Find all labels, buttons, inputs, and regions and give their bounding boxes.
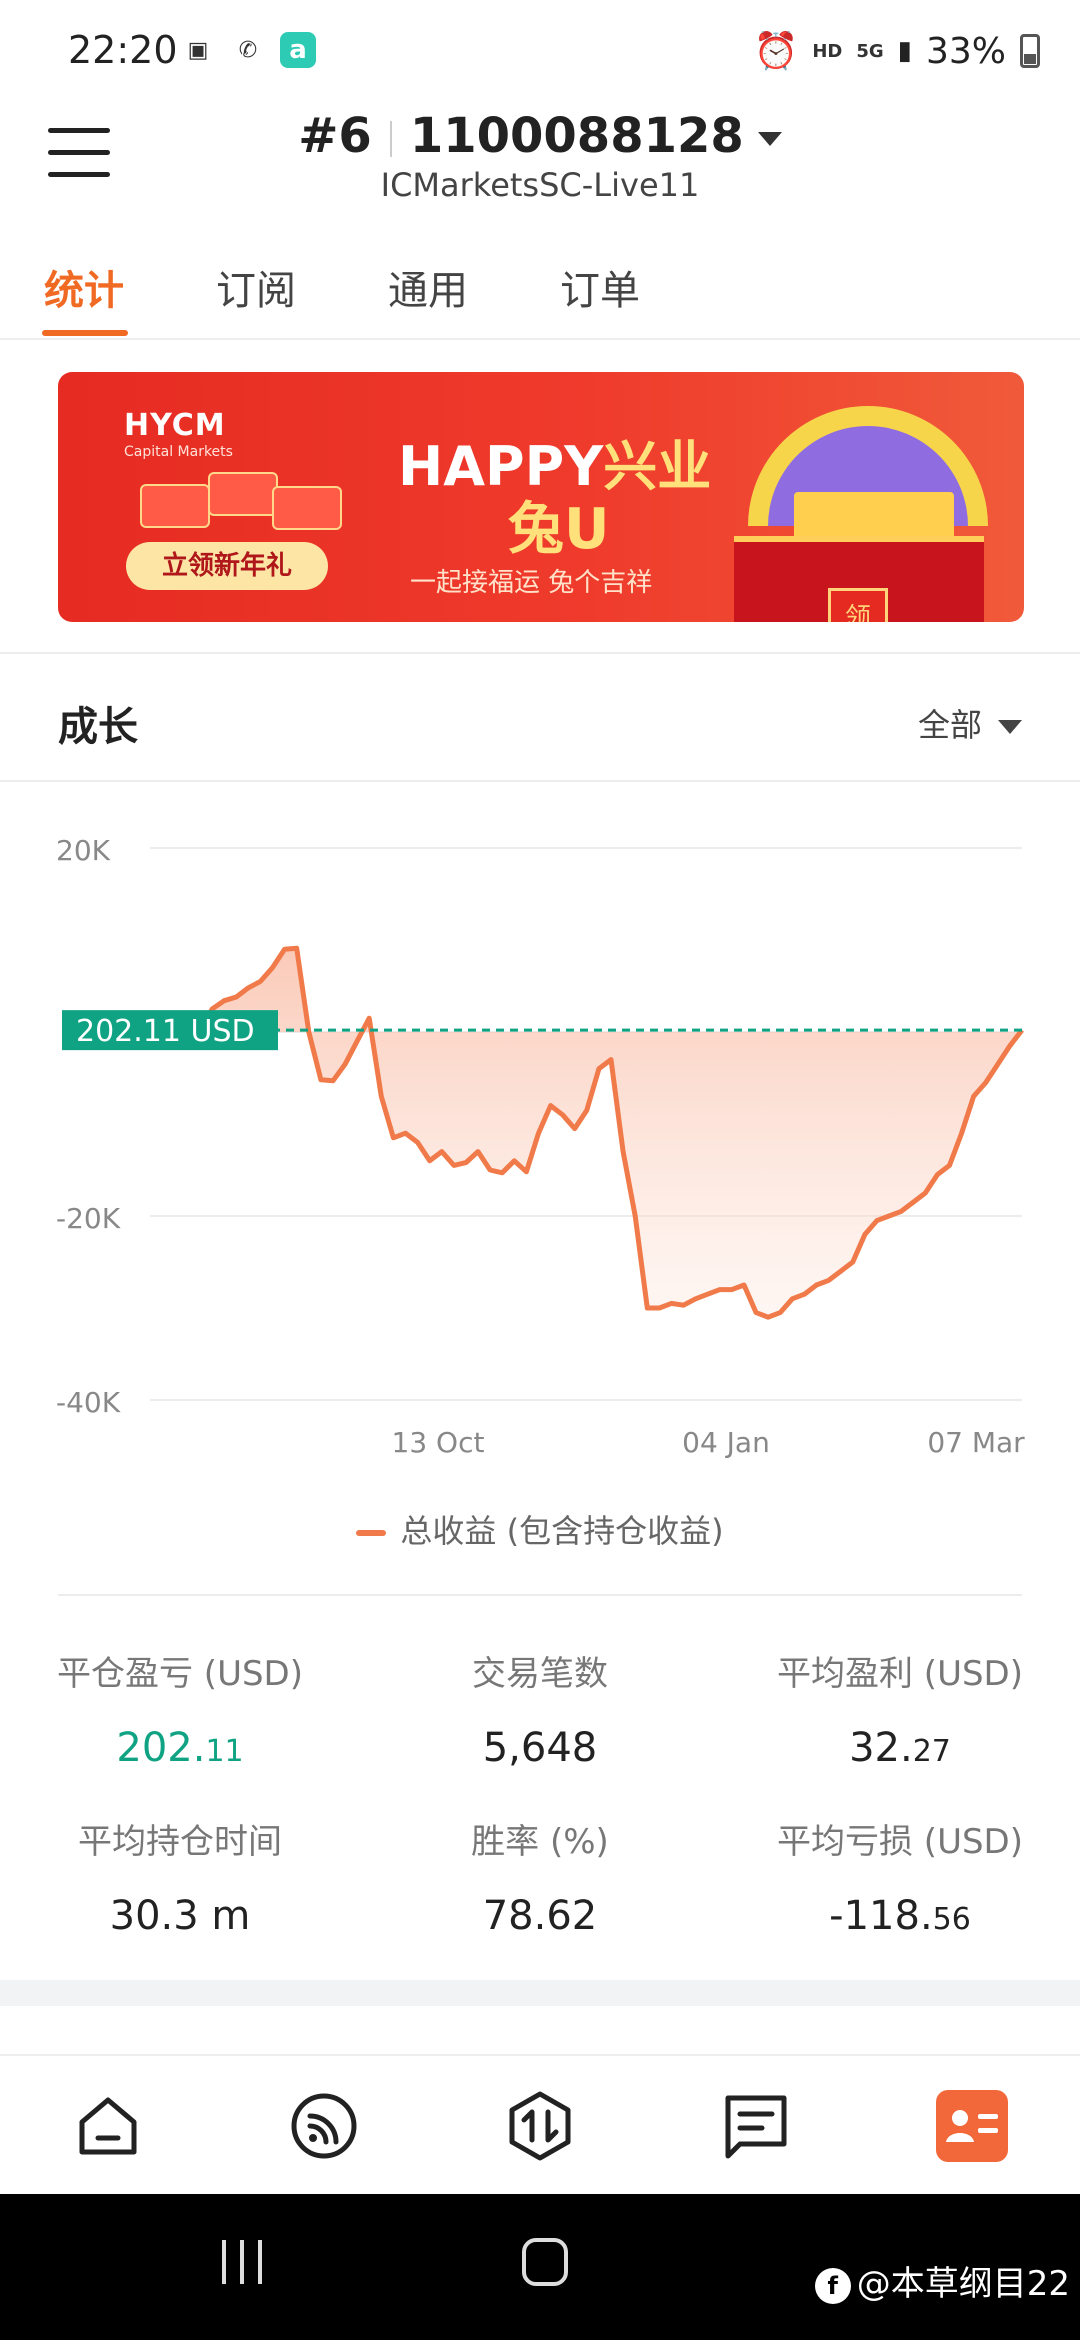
watermark-text: @本草纲目22 — [856, 2264, 1070, 2304]
red-envelope-icon — [140, 484, 210, 528]
status-time: 22:20 — [68, 28, 178, 72]
section-divider — [0, 780, 1080, 782]
stat-win-rate: 胜率 (%) 78.62 — [360, 1814, 720, 1939]
section-divider — [0, 652, 1080, 654]
stat-value: 32.27 — [849, 1725, 951, 1771]
stat-label: 胜率 (%) — [471, 1822, 609, 1862]
home-button[interactable] — [522, 2238, 568, 2286]
chevron-down-icon — [757, 132, 782, 146]
stat-trade-count: 交易笔数 5,648 — [360, 1646, 720, 1771]
stat-label: 平均亏损 (USD) — [777, 1822, 1023, 1862]
banner-subtitle: 一起接福运 兔个吉祥 — [410, 568, 653, 598]
account-number: 1100088128 — [409, 108, 744, 164]
server-name: ICMarketsSC-Live11 — [380, 166, 700, 204]
call-off-icon: ✆ — [238, 37, 258, 63]
stat-value: 78.62 — [482, 1893, 598, 1939]
account-selector[interactable]: #6 1100088128 — [0, 108, 1080, 164]
x-tick-label: 04 Jan — [682, 1426, 770, 1459]
stat-avg-hold-time: 平均持仓时间 30.3 m — [0, 1814, 360, 1939]
status-right: ⏰ HD 5G ▮ 33% — [754, 30, 1040, 72]
banner-cta-button[interactable]: 立领新年礼 — [126, 542, 328, 590]
banner-title-line2: 兔U — [508, 497, 610, 562]
stat-value: 30.3 m — [109, 1893, 251, 1939]
promo-banner[interactable]: HYCM Capital Markets 立领新年礼 HAPPY兴业 兔U 一起… — [58, 372, 1024, 622]
profile-card-icon[interactable] — [936, 2090, 1008, 2162]
stat-avg-loss: 平均亏损 (USD) -118.56 — [720, 1814, 1080, 1939]
legend-label: 总收益 (包含持仓收益) — [400, 1512, 724, 1550]
home-icon[interactable] — [72, 2090, 144, 2162]
series-area — [200, 948, 1022, 1318]
recent-apps-button[interactable] — [222, 2240, 266, 2284]
signal-icon[interactable] — [288, 2090, 360, 2162]
app-header: #6 1100088128 ICMarketsSC-Live11 — [0, 100, 1080, 230]
current-value-label: 202.11 USD — [76, 1014, 255, 1049]
tab-subscribe[interactable]: 订阅 — [216, 258, 296, 316]
growth-title: 成长 — [58, 704, 138, 750]
banner-title-cn: 兴业 — [603, 435, 712, 498]
stat-avg-profit: 平均盈利 (USD) 32.27 — [720, 1646, 1080, 1771]
watermark-logo-icon: f — [814, 2267, 851, 2304]
stat-label: 平仓盈亏 (USD) — [57, 1654, 303, 1694]
range-label: 全部 — [917, 706, 982, 744]
status-left-icons: ▣ ✆ a — [180, 32, 316, 68]
banner-box-tag: 领 — [828, 588, 888, 622]
x-tick-label: 13 Oct — [392, 1426, 485, 1459]
app-notification-icon: a — [280, 32, 316, 68]
stat-value: 202.11 — [116, 1725, 244, 1771]
section-divider — [58, 1594, 1022, 1596]
alarm-icon: ⏰ — [753, 31, 799, 72]
x-tick-label: 07 Mar — [927, 1426, 1025, 1459]
red-envelope-icon — [208, 472, 278, 516]
stat-value: -118.56 — [829, 1893, 971, 1939]
tab-orders[interactable]: 订单 — [560, 258, 640, 316]
watermark: f @本草纲目22 — [814, 2256, 1070, 2305]
y-tick-label: -40K — [56, 1386, 121, 1419]
network-label: 5G — [856, 40, 884, 62]
trade-icon[interactable] — [504, 2090, 576, 2162]
y-tick-label: 20K — [56, 834, 111, 867]
stat-closed-pnl: 平仓盈亏 (USD) 202.11 — [0, 1646, 360, 1771]
signal-bars-icon: ▮ — [897, 36, 912, 66]
legend-swatch — [356, 1530, 387, 1536]
tab-statistics[interactable]: 统计 — [44, 258, 124, 316]
banner-brand: HYCM — [124, 408, 226, 443]
stat-value: 5,648 — [482, 1725, 598, 1771]
y-tick-label: -20K — [56, 1202, 121, 1235]
red-envelope-icon — [272, 486, 342, 530]
range-selector[interactable]: 全部 — [918, 700, 1022, 746]
section-gap — [0, 1980, 1080, 2006]
tab-general[interactable]: 通用 — [388, 258, 468, 316]
account-separator — [389, 121, 392, 157]
chart-legend: 总收益 (包含持仓收益) — [0, 1506, 1080, 1552]
battery-percent: 33% — [925, 30, 1006, 72]
bottom-nav — [0, 2054, 1080, 2194]
hd-label: HD — [812, 40, 843, 62]
tab-bar: 统计 订阅 通用 订单 — [0, 240, 1080, 340]
status-bar: 22:20 ▣ ✆ a ⏰ HD 5G ▮ 33% — [0, 0, 1080, 100]
stat-label: 平均持仓时间 — [78, 1822, 282, 1862]
banner-card-decoration — [794, 492, 954, 540]
battery-icon — [1020, 34, 1040, 68]
account-index: #6 — [298, 108, 372, 164]
chevron-down-icon — [998, 720, 1022, 734]
stat-label: 交易笔数 — [472, 1654, 608, 1694]
stat-label: 平均盈利 (USD) — [777, 1654, 1023, 1694]
gallery-icon: ▣ — [187, 37, 209, 63]
active-tab-indicator — [42, 330, 128, 336]
banner-brand-sub: Capital Markets — [124, 444, 233, 460]
news-icon[interactable] — [720, 2090, 792, 2162]
growth-chart[interactable]: 20K -20K -40K 13 Oct 04 Jan 07 Mar 202.11 US… — [0, 800, 1080, 1480]
